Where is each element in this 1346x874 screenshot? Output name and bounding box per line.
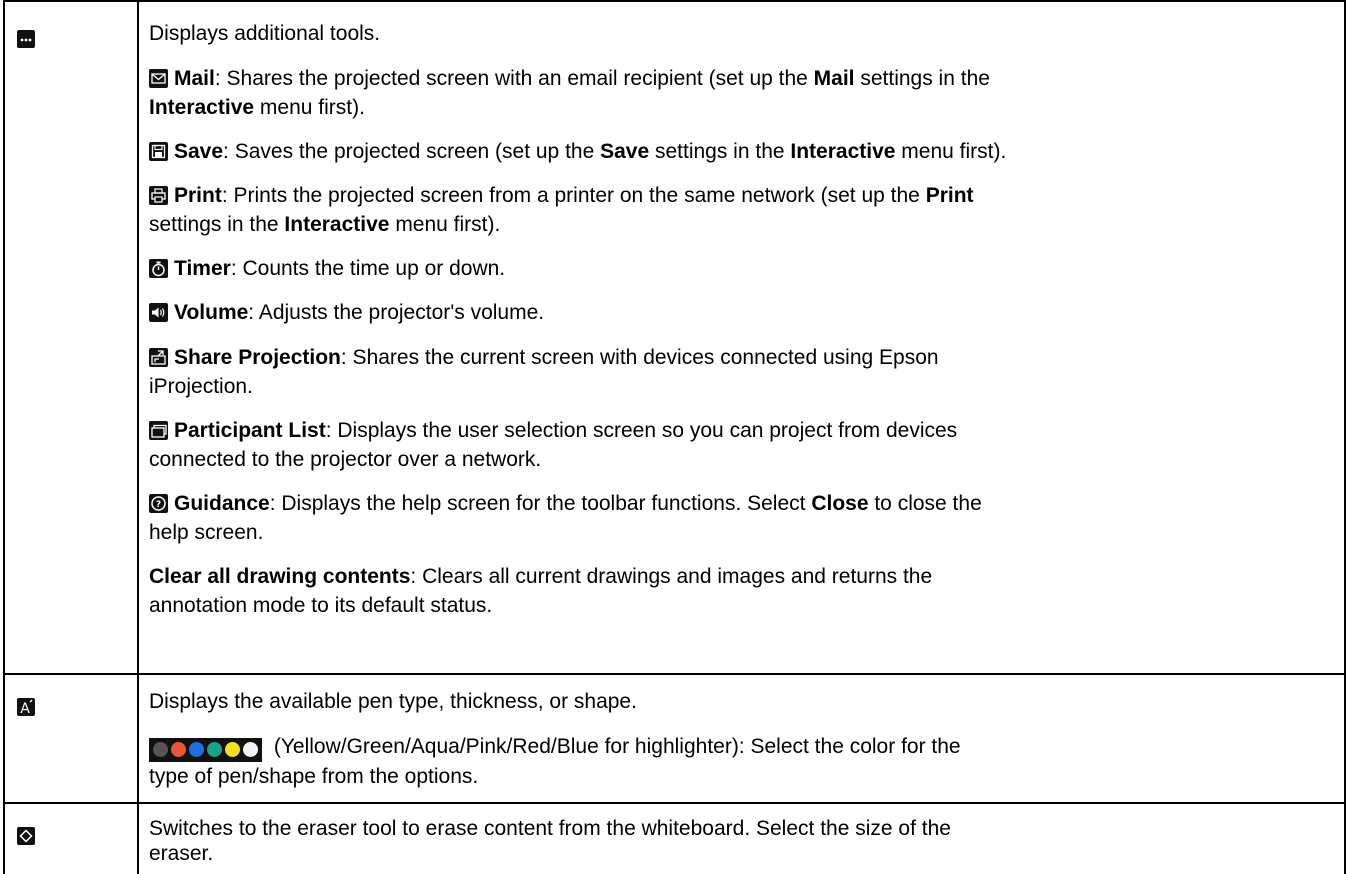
participant-list-icon bbox=[149, 421, 168, 440]
volume-entry: Volume: Adjusts the projector's volume. bbox=[149, 298, 1339, 327]
color-swatch-red bbox=[171, 742, 186, 757]
eraser-description: Switches to the eraser tool to erase con… bbox=[149, 817, 951, 865]
table-column-divider bbox=[137, 0, 139, 874]
svg-text:?: ? bbox=[156, 500, 161, 510]
mail-entry: Mail: Shares the projected screen with a… bbox=[149, 67, 990, 119]
row-divider bbox=[3, 802, 1346, 804]
color-swatch-blue bbox=[189, 742, 204, 757]
guidance-entry: ? Guidance: Displays the help screen for … bbox=[149, 492, 982, 544]
color-swatches bbox=[149, 737, 262, 762]
more-tools-icon bbox=[17, 30, 35, 48]
pen-color-entry: (Yellow/Green/Aqua/Pink/Red/Blue for hig… bbox=[149, 735, 961, 788]
pen-type-icon: A bbox=[17, 698, 35, 716]
row-divider bbox=[3, 0, 1346, 2]
color-swatch-gray bbox=[153, 742, 168, 757]
eraser-icon bbox=[17, 827, 35, 845]
row-divider bbox=[3, 673, 1346, 675]
save-entry: Save: Saves the projected screen (set up… bbox=[149, 137, 1339, 166]
guidance-icon: ? bbox=[149, 494, 168, 513]
print-icon bbox=[149, 186, 168, 205]
color-swatch-green bbox=[207, 742, 222, 757]
table-border-left bbox=[3, 0, 5, 874]
clear-all-entry: Clear all drawing contents: Clears all c… bbox=[149, 565, 933, 617]
timer-icon bbox=[149, 259, 168, 278]
color-swatch-yellow bbox=[225, 742, 240, 757]
svg-text:A: A bbox=[20, 701, 30, 715]
print-entry: Print: Prints the projected screen from … bbox=[149, 184, 974, 236]
save-icon bbox=[149, 142, 168, 161]
mail-icon bbox=[149, 69, 168, 88]
share-projection-entry: Share Projection: Shares the current scr… bbox=[149, 346, 939, 398]
share-projection-icon bbox=[149, 348, 168, 367]
color-swatch-white bbox=[243, 742, 258, 757]
pen-description: Displays the available pen type, thickne… bbox=[149, 690, 637, 713]
timer-entry: Timer: Counts the time up or down. bbox=[149, 254, 1339, 283]
volume-icon bbox=[149, 303, 168, 322]
row1-description: Displays additional tools. bbox=[149, 22, 381, 45]
participant-list-entry: Participant List: Displays the user sele… bbox=[149, 419, 958, 471]
